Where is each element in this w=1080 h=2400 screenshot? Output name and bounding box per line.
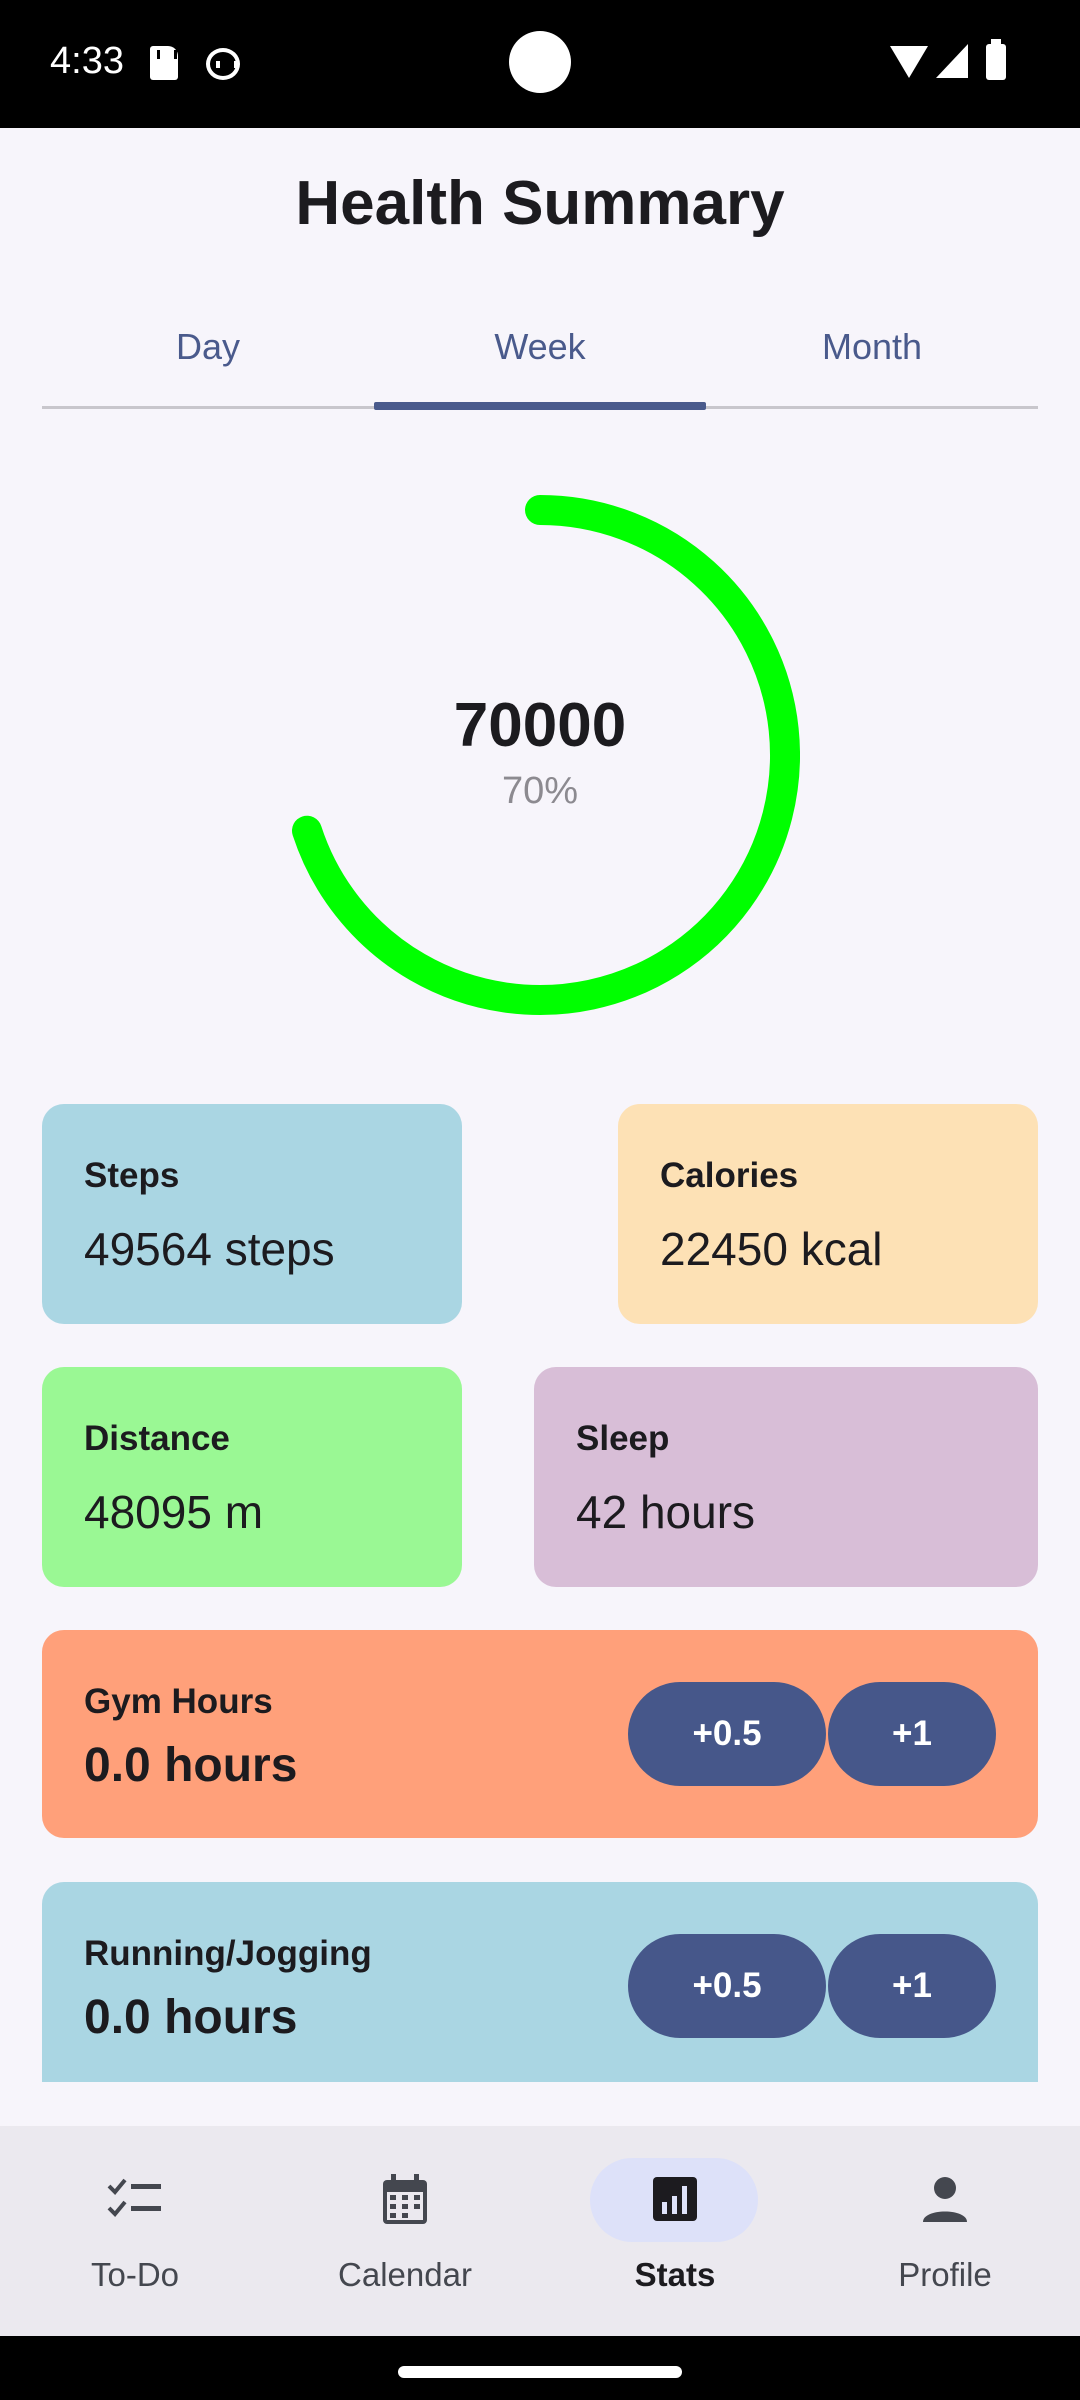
gesture-navigation-area — [0, 2336, 1080, 2400]
gym-hours-label: Gym Hours — [84, 1682, 273, 1721]
status-time: 4:33 — [50, 40, 124, 82]
cat-face-icon — [206, 48, 240, 80]
progress-value: 70000 — [453, 691, 627, 760]
distance-card: Distance 48095 m — [42, 1367, 462, 1587]
bottom-navigation: To-Do Calendar Stats Profile — [0, 2126, 1080, 2336]
steps-card: Steps 49564 steps — [42, 1104, 462, 1324]
calories-value: 22450 kcal — [660, 1223, 883, 1275]
signal-icon — [936, 44, 968, 78]
nav-item-stats[interactable]: Stats — [540, 2126, 810, 2336]
nav-label-todo: To-Do — [90, 2256, 180, 2293]
home-gesture-handle[interactable] — [398, 2366, 682, 2378]
distance-label: Distance — [84, 1419, 230, 1458]
tab-week[interactable]: Week — [374, 300, 706, 406]
sleep-card: Sleep 42 hours — [534, 1367, 1038, 1587]
sleep-label: Sleep — [576, 1419, 670, 1458]
nav-label-stats: Stats — [634, 2256, 716, 2293]
running-add-one-button[interactable]: +1 — [828, 1934, 996, 2038]
running-add-half-button[interactable]: +0.5 — [628, 1934, 826, 2038]
tab-indicator — [374, 402, 706, 410]
sleep-value: 42 hours — [576, 1486, 756, 1538]
calories-card: Calories 22450 kcal — [618, 1104, 1038, 1324]
nav-item-calendar[interactable]: Calendar — [270, 2126, 540, 2336]
bar-chart-icon — [653, 2177, 697, 2221]
nav-label-calendar: Calendar — [338, 2256, 472, 2293]
calories-label: Calories — [660, 1156, 799, 1195]
gym-add-half-button[interactable]: +0.5 — [628, 1682, 826, 1786]
status-bar: 4:33 — [0, 0, 1080, 128]
running-hours-label: Running/Jogging — [84, 1934, 372, 1973]
page-title: Health Summary — [295, 169, 785, 238]
gym-add-one-button[interactable]: +1 — [828, 1682, 996, 1786]
steps-value: 49564 steps — [84, 1223, 335, 1275]
gym-hours-value: 0.0 hours — [84, 1739, 298, 1792]
battery-icon — [986, 39, 1006, 80]
checklist-icon — [107, 2178, 161, 2217]
person-icon — [923, 2177, 967, 2222]
progress-percent: 70% — [501, 770, 579, 812]
wifi-icon — [890, 46, 928, 78]
steps-label: Steps — [84, 1156, 180, 1195]
nav-item-profile[interactable]: Profile — [810, 2126, 1080, 2336]
running-hours-card: Running/Jogging 0.0 hours +0.5 +1 — [42, 1882, 1038, 2082]
nav-label-profile: Profile — [898, 2256, 992, 2293]
gym-hours-card: Gym Hours 0.0 hours +0.5 +1 — [42, 1630, 1038, 1838]
progress-ring: 70000 70% — [280, 490, 800, 1020]
camera-cutout — [509, 31, 571, 93]
nav-item-todo[interactable]: To-Do — [0, 2126, 270, 2336]
sd-card-icon — [150, 46, 178, 80]
calendar-icon — [383, 2174, 427, 2224]
tab-day[interactable]: Day — [42, 300, 374, 406]
period-tabs: Day Week Month — [42, 300, 1038, 410]
tab-month[interactable]: Month — [706, 300, 1038, 406]
distance-value: 48095 m — [84, 1486, 264, 1538]
running-hours-value: 0.0 hours — [84, 1991, 298, 2044]
